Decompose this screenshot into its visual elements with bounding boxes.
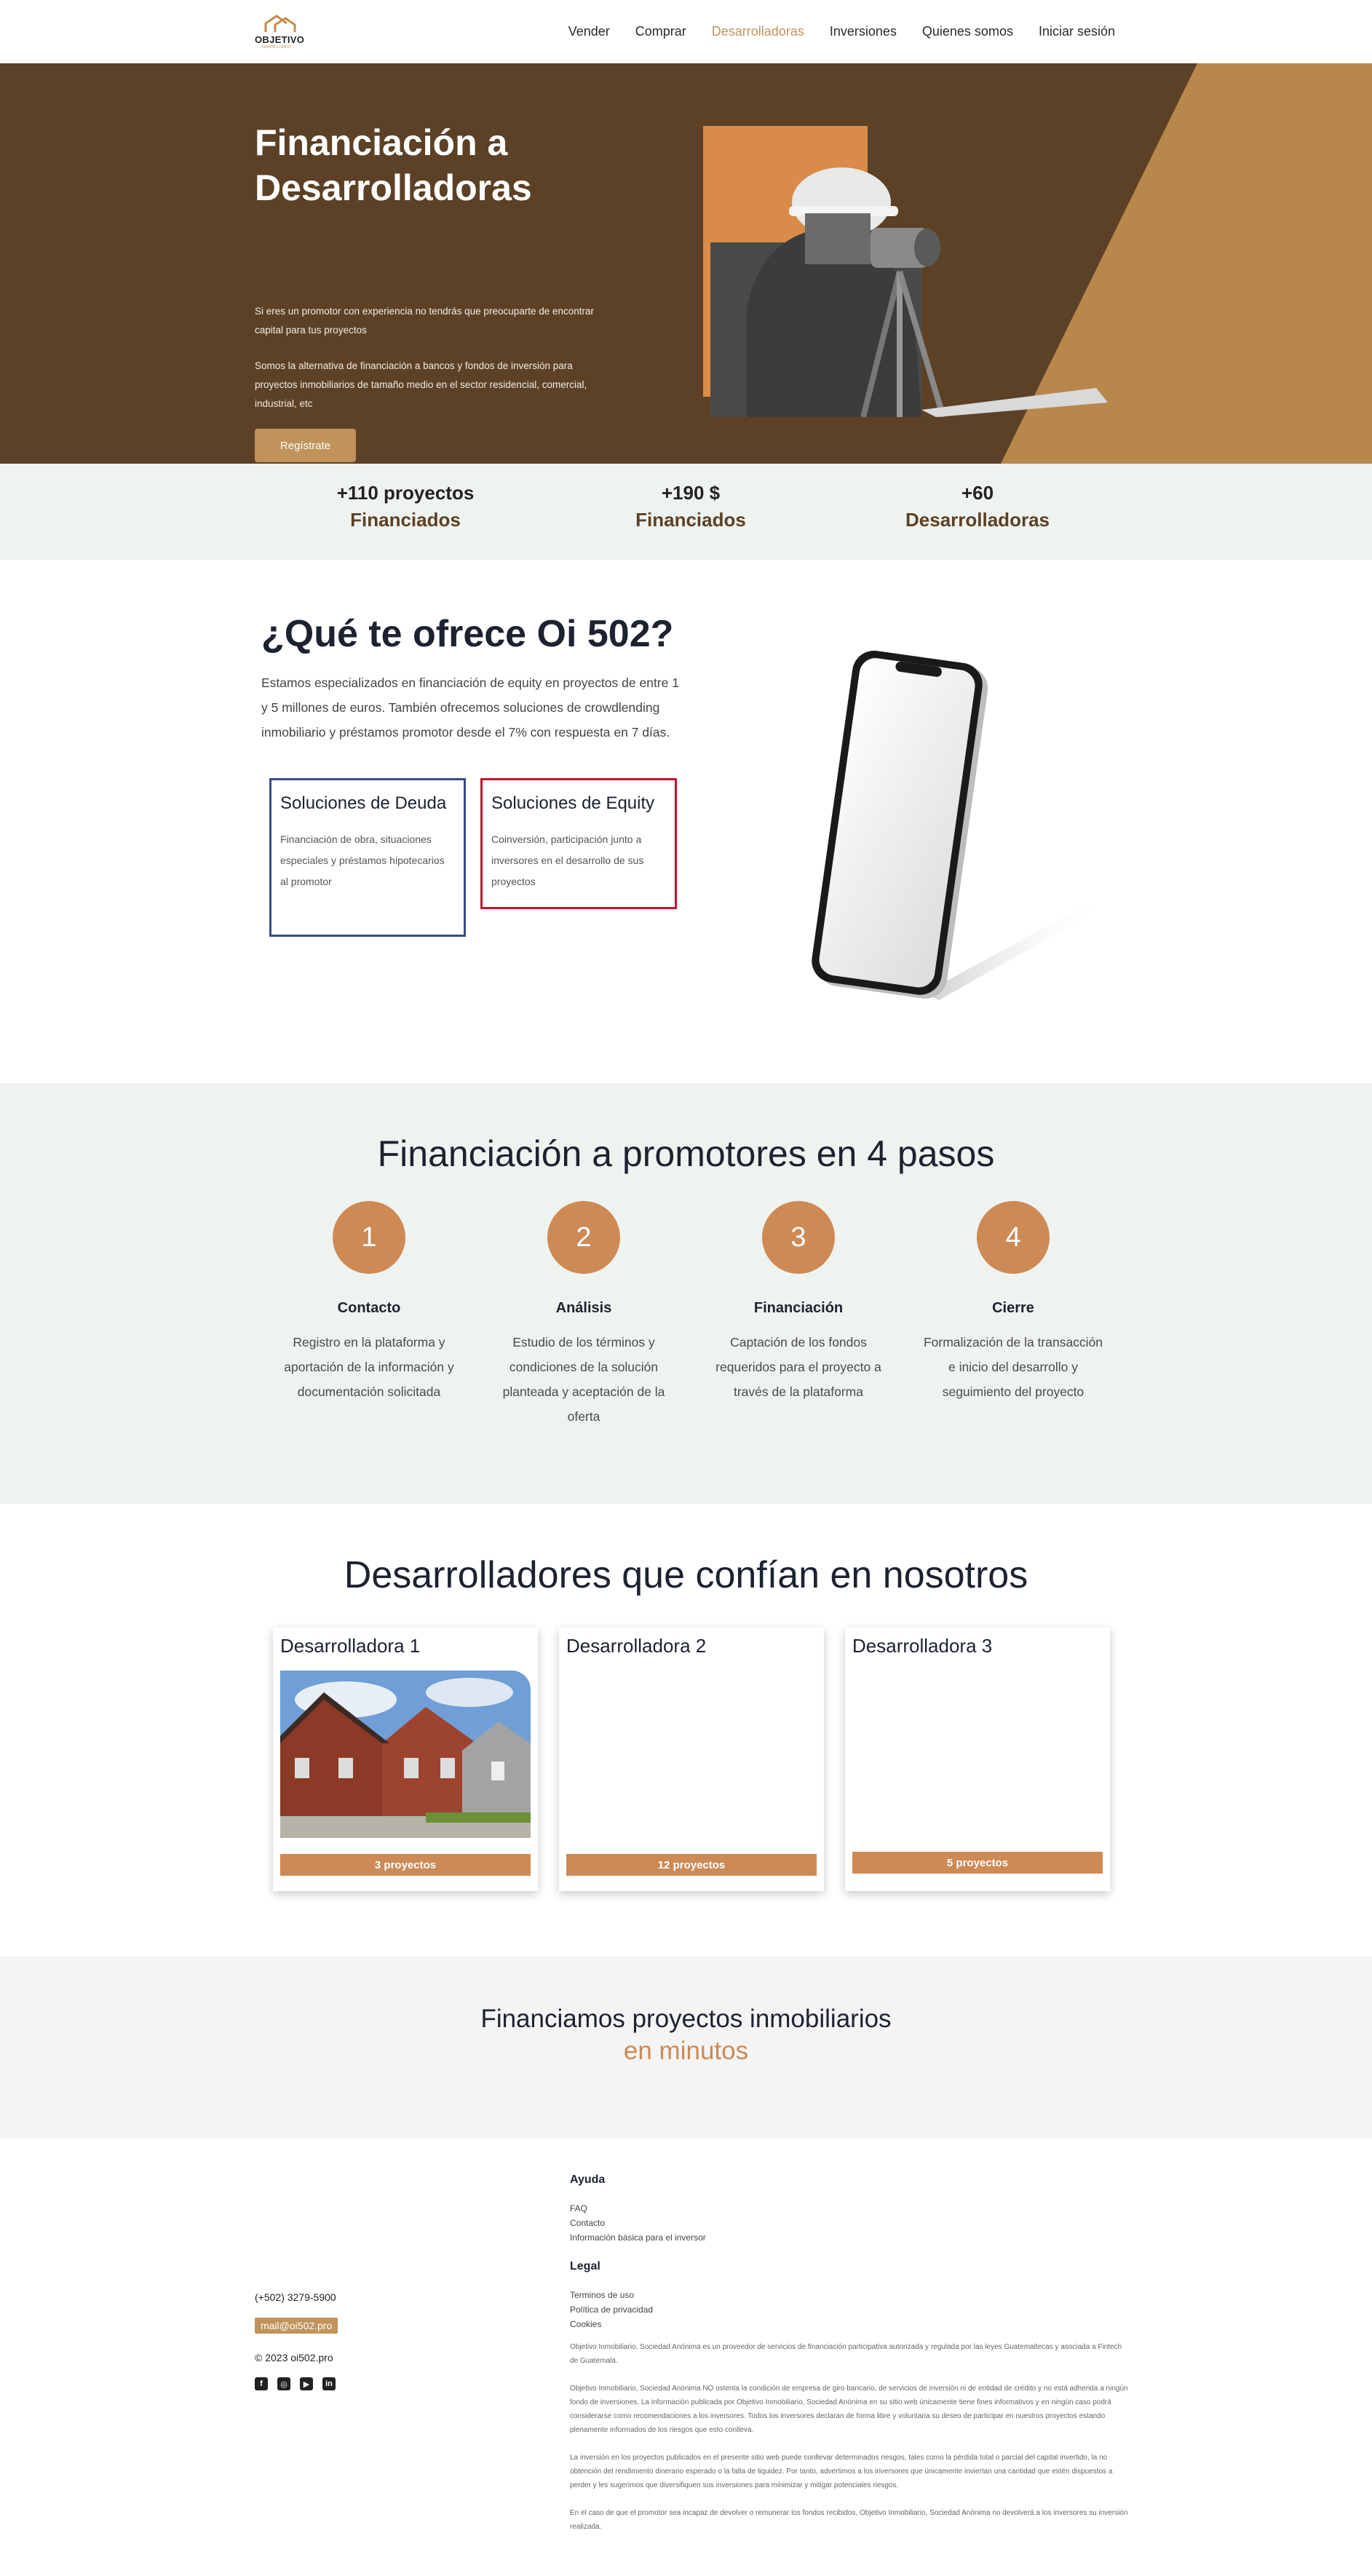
logo-name: OBJETIVO <box>255 34 305 45</box>
link-info-inversor[interactable]: Información básica para el inversor <box>570 2230 1130 2245</box>
houses-photo <box>280 1671 531 1838</box>
link-terminos[interactable]: Terminos de uso <box>570 2288 1130 2302</box>
step-title: Análisis <box>555 1300 612 1316</box>
card-title: Soluciones de Deuda <box>280 793 447 813</box>
step-contacto: 1 Contacto Registro en la plataforma y a… <box>271 1201 467 1404</box>
legal-title: Legal <box>570 2260 600 2272</box>
offer-intro: Estamos especializados en financiación d… <box>261 675 679 740</box>
stat-value: +110 proyectos <box>336 482 475 504</box>
projects-count-bar: 12 proyectos <box>566 1854 817 1876</box>
steps-title: Financiación a promotores en 4 pasos <box>377 1133 995 1174</box>
register-button[interactable]: Regístrate <box>255 429 356 462</box>
nav-vender[interactable]: Vender <box>568 24 610 39</box>
stat-developers: +60 Desarrolladoras <box>868 480 1087 534</box>
stat-value: +190 $ <box>661 482 721 504</box>
step-number: 3 <box>762 1201 835 1274</box>
hero-title: Financiación a Desarrolladoras <box>255 122 532 208</box>
footer: (+502) 3279-5900 mail@oi502.pro © 2023 o… <box>0 2139 1372 2539</box>
cta-line-2: en minutos <box>623 2037 749 2065</box>
footer-email[interactable]: mail@oi502.pro <box>255 2318 338 2334</box>
nav-quienes-somos[interactable]: Quienes somos <box>922 24 1013 39</box>
hero-paragraph-1: Si eres un promotor con experiencia no t… <box>255 306 595 336</box>
smartphone-image <box>812 651 1106 1000</box>
equity-solutions-card[interactable]: Soluciones de Equity Coinversión, partic… <box>480 778 677 909</box>
cta-section: Financiamos proyectos inmobiliarios en m… <box>0 1957 1372 2139</box>
footer-copyright: © 2023 oi502.pro <box>255 2352 333 2363</box>
top-nav: OBJETIVO INMOBILIARIO Vender Comprar Des… <box>0 0 1372 63</box>
card-text: Coinversión, participación junto a inver… <box>491 833 644 887</box>
linkedin-icon[interactable]: in <box>322 2377 336 2390</box>
projects-count-bar: 3 proyectos <box>280 1854 531 1876</box>
developer-card-3[interactable]: Desarrolladora 3 5 proyectos <box>845 1628 1110 1891</box>
legal-text-1: Objetivo Inmobiliario, Sociedad Anónima … <box>570 2343 1122 2365</box>
step-cierre: 4 Cierre Formalización de la transacción… <box>915 1201 1111 1404</box>
stat-projects: +110 proyectos Financiados <box>296 480 515 534</box>
facebook-icon[interactable]: f <box>255 2377 268 2390</box>
link-cookies[interactable]: Cookies <box>570 2317 1130 2331</box>
step-analisis: 2 Análisis Estudio de los términos y con… <box>485 1201 682 1429</box>
step-number: 2 <box>547 1201 620 1274</box>
legal-column: Legal Terminos de uso Política de privac… <box>570 2260 1130 2534</box>
surveyor-image <box>703 126 1108 417</box>
logo-tagline: INMOBILIARIO <box>262 45 292 49</box>
step-text: Registro en la plataforma y aportación d… <box>284 1335 454 1399</box>
step-financiacion: 3 Financiación Captación de los fondos r… <box>700 1201 897 1404</box>
youtube-icon[interactable]: ▶ <box>300 2377 313 2390</box>
footer-phone[interactable]: (+502) 3279-5900 <box>255 2291 336 2303</box>
developer-name: Desarrolladora 3 <box>852 1635 993 1657</box>
stat-label: Financiados <box>635 509 746 531</box>
card-title: Soluciones de Equity <box>491 793 655 813</box>
step-text: Formalización de la transacción e inicio… <box>923 1335 1103 1399</box>
developer-name: Desarrolladora 2 <box>566 1635 707 1657</box>
link-privacidad[interactable]: Política de privacidad <box>570 2302 1130 2317</box>
hero-diagonal-shape <box>1001 63 1372 464</box>
developer-name: Desarrolladora 1 <box>280 1635 421 1657</box>
nav-iniciar-sesion[interactable]: Iniciar sesión <box>1039 24 1115 39</box>
offer-section: ¿Qué te ofrece Oi 502? Estamos especiali… <box>0 560 1372 1083</box>
legal-text-2: Objetivo Inmobiliario, Sociedad Anónima … <box>570 2385 1128 2434</box>
stats-bar: +110 proyectos Financiados +190 $ Financ… <box>0 464 1372 560</box>
cta-line-1: Financiamos proyectos inmobiliarios <box>480 2005 892 2033</box>
step-text: Estudio de los términos y condiciones de… <box>502 1335 665 1424</box>
debt-solutions-card[interactable]: Soluciones de Deuda Financiación de obra… <box>269 778 466 937</box>
step-number: 1 <box>333 1201 405 1274</box>
link-contacto[interactable]: Contacto <box>570 2216 1130 2230</box>
stat-amount: +190 $ Financiados <box>582 480 800 534</box>
card-text: Financiación de obra, situaciones especi… <box>280 833 445 887</box>
link-faq[interactable]: FAQ <box>570 2201 1130 2216</box>
projects-count-bar: 5 proyectos <box>852 1852 1103 1874</box>
step-title: Financiación <box>753 1300 844 1316</box>
house-logo-icon <box>264 15 296 32</box>
step-number: 4 <box>977 1201 1050 1274</box>
stat-value: +60 <box>961 482 994 504</box>
instagram-icon[interactable]: ◎ <box>277 2377 290 2390</box>
legal-text-4: En el caso de que el promotor sea incapa… <box>570 2509 1128 2531</box>
hero-section: Financiación a Desarrolladoras Si eres u… <box>0 63 1372 464</box>
legal-links: Terminos de uso Política de privacidad C… <box>570 2288 1130 2331</box>
steps-section: Financiación a promotores en 4 pasos 1 C… <box>0 1083 1372 1504</box>
step-title: Cierre <box>992 1300 1034 1316</box>
help-links: FAQ Contacto Información básica para el … <box>570 2201 1130 2245</box>
nav-comprar[interactable]: Comprar <box>635 24 686 39</box>
developer-card-1[interactable]: Desarrolladora 1 3 proyectos <box>273 1628 538 1891</box>
offer-title: ¿Qué te ofrece Oi 502? <box>261 613 674 655</box>
developer-card-2[interactable]: Desarrolladora 2 12 proyectos <box>559 1628 824 1891</box>
nav-inversiones[interactable]: Inversiones <box>830 24 897 39</box>
nav-links: Vender Comprar Desarrolladoras Inversion… <box>568 24 1115 39</box>
brand-logo[interactable]: OBJETIVO INMOBILIARIO <box>255 15 306 49</box>
developers-title: Desarrolladores que confían en nosotros <box>344 1554 1028 1596</box>
stat-label: Financiados <box>350 509 461 531</box>
legal-text-3: La inversión en los proyectos publicados… <box>570 2454 1113 2489</box>
step-title: Contacto <box>337 1300 401 1316</box>
hero-paragraph-2: Somos la alternativa de financiación a b… <box>255 360 587 409</box>
stat-label: Desarrolladoras <box>905 509 1050 531</box>
help-title: Ayuda <box>570 2173 606 2186</box>
social-links: f ◎ ▶ in <box>255 2377 336 2390</box>
developers-section: Desarrolladores que confían en nosotros … <box>0 1504 1372 1957</box>
help-column: Ayuda FAQ Contacto Información básica pa… <box>570 2173 1130 2245</box>
nav-desarrolladoras[interactable]: Desarrolladoras <box>712 24 804 39</box>
step-text: Captación de los fondos requeridos para … <box>715 1335 881 1399</box>
